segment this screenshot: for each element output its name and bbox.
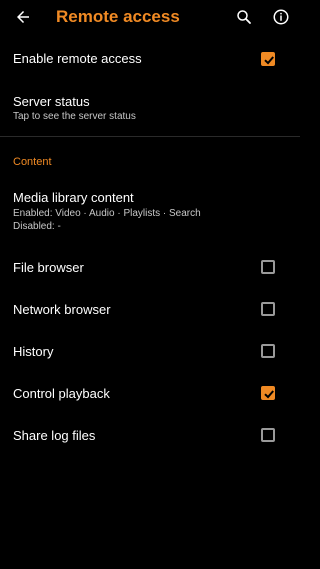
search-icon[interactable] (233, 6, 255, 28)
share-log-files-label: Share log files (13, 428, 96, 443)
section-divider (0, 136, 300, 137)
enable-remote-access-checkbox[interactable] (261, 52, 275, 66)
share-log-files-checkbox[interactable] (261, 428, 275, 442)
page-title: Remote access (56, 7, 180, 26)
network-browser-checkbox[interactable] (261, 302, 275, 316)
network-browser-label: Network browser (13, 302, 111, 317)
history-label: History (13, 344, 54, 359)
server-status-subtitle: Tap to see the server status (13, 111, 136, 122)
media-library-enabled: Enabled: Video · Audio · Playlists · Sea… (13, 208, 201, 219)
enable-remote-access-row[interactable]: Enable remote access (0, 36, 300, 80)
media-library-row[interactable]: Media library content Enabled: Video · A… (0, 180, 300, 238)
arrow-back-icon[interactable] (12, 6, 34, 28)
history-row[interactable]: History (0, 330, 300, 372)
app-bar: Remote access (0, 0, 300, 34)
file-browser-row[interactable]: File browser (0, 246, 300, 288)
network-browser-row[interactable]: Network browser (0, 288, 300, 330)
history-checkbox[interactable] (261, 344, 275, 358)
server-status-label: Server status (13, 94, 90, 109)
media-library-disabled: Disabled: - (13, 221, 61, 232)
enable-remote-access-label: Enable remote access (13, 51, 142, 66)
server-status-row[interactable]: Server status Tap to see the server stat… (0, 82, 300, 134)
section-header-content: Content (13, 156, 52, 168)
control-playback-label: Control playback (13, 386, 110, 401)
info-icon[interactable] (270, 6, 292, 28)
file-browser-checkbox[interactable] (261, 260, 275, 274)
control-playback-checkbox[interactable] (261, 386, 275, 400)
share-log-files-row[interactable]: Share log files (0, 414, 300, 456)
media-library-label: Media library content (13, 190, 134, 205)
control-playback-row[interactable]: Control playback (0, 372, 300, 414)
file-browser-label: File browser (13, 260, 84, 275)
